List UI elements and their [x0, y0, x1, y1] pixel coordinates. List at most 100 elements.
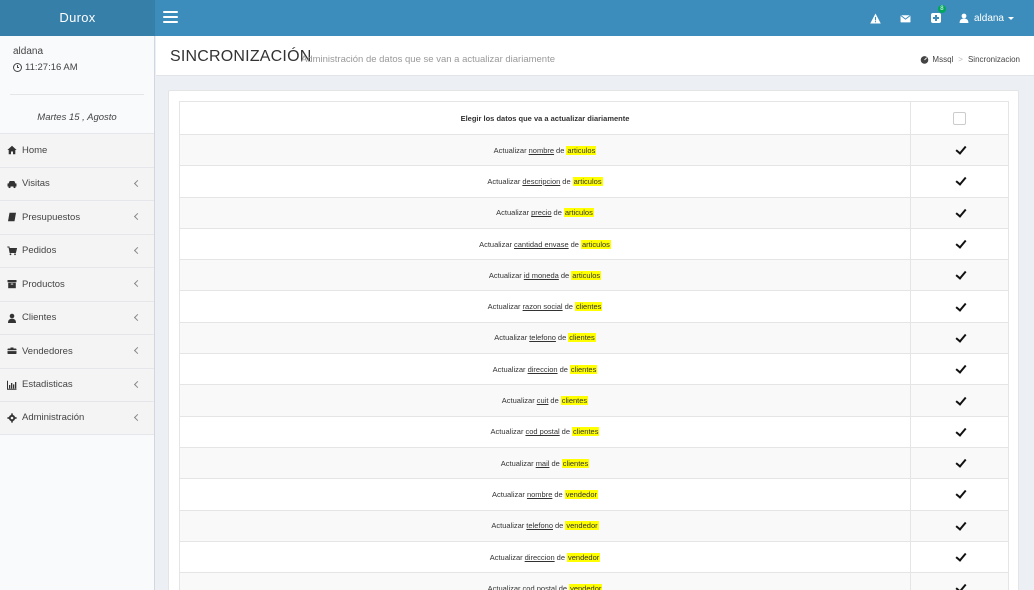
row-field-name: razon social: [522, 302, 563, 312]
row-mid: de: [556, 552, 565, 562]
sidebar-item-vendedores[interactable]: Vendedores: [0, 334, 154, 368]
row-field-name: nombre: [526, 489, 553, 499]
row-field-name: telefono: [526, 521, 553, 531]
top-navbar: Durox 8 aldana: [0, 0, 1034, 36]
user-icon: [6, 313, 17, 323]
sidebar-item-estadisticas[interactable]: Estadisticas: [0, 367, 154, 401]
table-row: Actualizar nombre de vendedor: [180, 478, 1008, 510]
row-checkbox[interactable]: [954, 175, 966, 187]
sidebar-item-label: Visitas: [22, 178, 50, 190]
row-check-cell: [911, 573, 1008, 590]
row-prefix: Actualizar: [479, 239, 513, 249]
row-checkbox[interactable]: [954, 269, 966, 281]
row-table-name: vendedor: [564, 489, 598, 499]
sidebar-item-label: Vendedores: [22, 345, 73, 357]
table-row: Actualizar razon social de clientes: [180, 290, 1008, 322]
row-checkbox[interactable]: [954, 457, 966, 469]
row-checkbox[interactable]: [954, 363, 966, 375]
row-mid: de: [562, 176, 571, 186]
row-mid: de: [570, 239, 579, 249]
row-label-cell: Actualizar descripcion de articulos: [180, 166, 911, 197]
table-row: Actualizar cantidad envase de articulos: [180, 227, 1008, 260]
breadcrumb-item-sincronizacion: Sincronizacion: [967, 55, 1020, 64]
breadcrumb-item-mssql[interactable]: Mssql: [932, 55, 953, 64]
user-panel: aldana 11:27:16 AM: [0, 36, 154, 94]
row-mid: de: [560, 270, 570, 280]
envelope-icon[interactable]: [891, 0, 921, 36]
warning-icon[interactable]: [861, 0, 891, 36]
table-row: Actualizar cod postal de vendedor: [180, 572, 1008, 590]
sidebar-item-productos[interactable]: Productos: [0, 267, 154, 301]
row-check-cell: [911, 511, 1008, 541]
sidebar-toggle-icon[interactable]: [163, 11, 178, 25]
breadcrumb: Mssql > Sincronizacion: [920, 55, 1020, 64]
brand-logo[interactable]: Durox: [0, 0, 155, 36]
row-table-name: articulos: [566, 145, 597, 155]
truck-icon: [6, 346, 17, 356]
row-checkbox[interactable]: [954, 426, 966, 438]
select-all-cell: [911, 102, 1008, 134]
sync-box: Elegir los datos que va a actualizar dia…: [168, 90, 1019, 590]
row-table-name: vendedor: [569, 583, 603, 590]
row-checkbox[interactable]: [954, 332, 966, 344]
row-mid: de: [558, 583, 568, 590]
row-checkbox[interactable]: [954, 207, 966, 219]
row-prefix: Actualizar: [489, 552, 523, 562]
row-field-name: descripcion: [522, 176, 561, 186]
row-field-name: cod postal: [525, 427, 560, 437]
sidebar-item-label: Clientes: [22, 312, 57, 324]
row-check-cell: [911, 198, 1008, 228]
user-icon: [959, 13, 969, 23]
row-checkbox[interactable]: [954, 520, 966, 532]
row-mid: de: [556, 145, 565, 155]
select-all-checkbox[interactable]: [953, 111, 966, 125]
sidebar-item-clientes[interactable]: Clientes: [0, 300, 154, 334]
row-mid: de: [550, 396, 559, 406]
car-icon: [6, 179, 17, 189]
row-check-cell: [911, 417, 1008, 447]
top-nav-right: 8 aldana: [861, 0, 1034, 36]
page-title: SINCRONIZACIÓN: [170, 48, 312, 65]
row-field-name: direccion: [524, 552, 555, 562]
row-table-name: clientes: [568, 333, 596, 343]
row-label-cell: Actualizar telefono de clientes: [180, 322, 911, 354]
chevron-left-icon: [133, 246, 142, 254]
row-table-name: clientes: [561, 458, 590, 468]
row-checkbox[interactable]: [954, 551, 966, 563]
row-table-name: articulos: [571, 270, 602, 280]
row-check-cell: [911, 229, 1008, 259]
row-check-cell: [911, 291, 1008, 321]
sidebar-item-pedidos[interactable]: Pedidos: [0, 233, 154, 267]
dashboard-icon: [921, 56, 929, 64]
sidebar-item-label: Estadisticas: [22, 379, 73, 391]
row-checkbox[interactable]: [954, 488, 966, 500]
row-checkbox[interactable]: [954, 301, 966, 313]
row-table-name: articulos: [580, 239, 611, 249]
row-checkbox[interactable]: [954, 582, 966, 590]
row-prefix: Actualizar: [496, 208, 530, 218]
row-field-name: mail: [535, 458, 550, 468]
row-mid: de: [551, 458, 560, 468]
row-prefix: Actualizar: [487, 583, 521, 590]
notifications-button[interactable]: 8: [921, 0, 951, 36]
sidebar-item-presupuestos[interactable]: Presupuestos: [0, 200, 154, 234]
row-checkbox[interactable]: [954, 395, 966, 407]
row-checkbox[interactable]: [954, 238, 966, 250]
row-label-cell: Actualizar mail de clientes: [180, 447, 911, 479]
sidebar-item-administraci-n[interactable]: Administración: [0, 401, 154, 435]
sidebar-item-home[interactable]: Home: [0, 133, 154, 167]
home-icon: [6, 145, 17, 155]
row-prefix: Actualizar: [487, 176, 521, 186]
row-prefix: Actualizar: [494, 333, 528, 343]
user-menu[interactable]: aldana: [951, 0, 1034, 36]
row-prefix: Actualizar: [492, 489, 525, 499]
row-field-name: cantidad envase: [514, 239, 569, 249]
date-display: Martes 15 , Agosto: [10, 94, 144, 134]
content-header: SINCRONIZACIÓN Administración de datos q…: [156, 36, 1034, 76]
row-checkbox[interactable]: [954, 144, 966, 156]
row-label-cell: Actualizar cod postal de clientes: [180, 416, 911, 447]
row-label-cell: Actualizar nombre de articulos: [180, 135, 911, 166]
sidebar-item-visitas[interactable]: Visitas: [0, 166, 154, 200]
table-row: Actualizar descripcion de articulos: [180, 165, 1008, 197]
notification-badge: 8: [937, 5, 946, 13]
